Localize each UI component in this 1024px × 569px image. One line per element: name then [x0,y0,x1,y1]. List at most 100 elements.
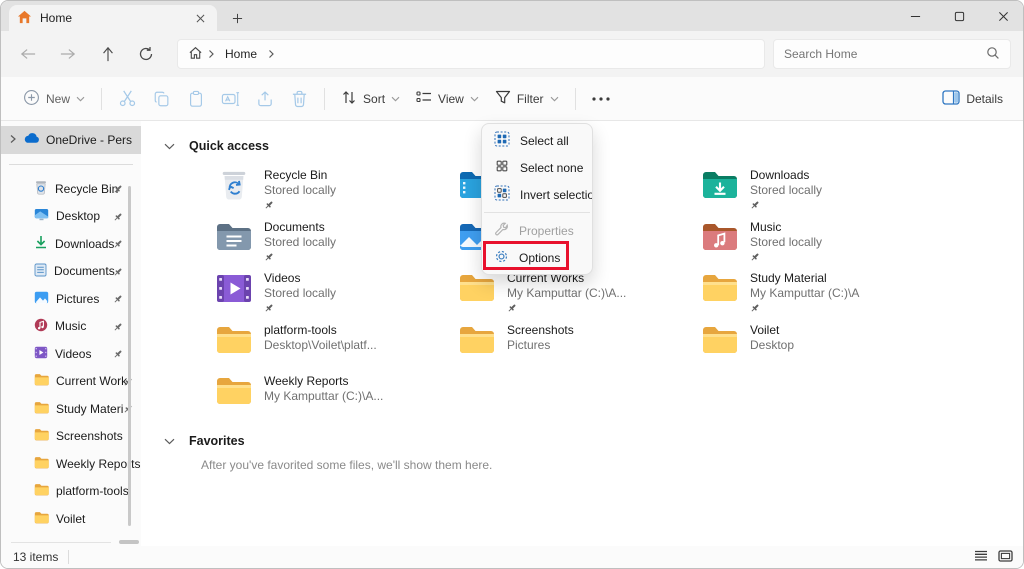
menu-item-select-all[interactable]: Select all [482,127,592,154]
sidebar-item-screenshots[interactable]: Screenshots [1,423,141,451]
sidebar-item-videos[interactable]: Videos [1,340,141,368]
details-label: Details [966,92,1003,106]
sidebar-item-current-work[interactable]: Current Work [1,368,141,396]
back-button[interactable] [11,40,45,68]
sort-button[interactable]: Sort [333,84,408,114]
search-icon[interactable] [986,46,1000,63]
details-button[interactable]: Details [934,84,1011,114]
tile-title: Documents [264,220,336,235]
sidebar-item-voilet[interactable]: Voilet [1,505,141,533]
sidebar-item-desktop[interactable]: Desktop [1,203,141,231]
navigation-bar: Home [1,31,1024,77]
sidebar-item-pictures[interactable]: Pictures [1,285,141,313]
view-label: View [438,92,464,106]
pin-icon [113,321,123,335]
favorites-header[interactable]: Favorites [164,433,1023,450]
copy-button[interactable] [145,84,179,114]
recycle-bin-icon [34,180,48,198]
sort-label: Sort [363,92,385,106]
divider [68,550,69,564]
filter-button[interactable]: Filter [487,84,567,114]
refresh-button[interactable] [129,40,163,68]
tile-subtitle: My Kamputtar (C:)\A... [507,286,626,301]
rename-button[interactable] [213,84,248,114]
pin-icon [113,211,123,225]
tab-home[interactable]: Home [9,5,217,31]
tab-close-icon[interactable] [191,9,209,27]
music-folder-icon [701,220,738,254]
command-bar: New Sort [1,77,1024,121]
sidebar-item-study-material[interactable]: Study Materi [1,395,141,423]
chevron-right-icon[interactable] [207,49,215,59]
forward-button[interactable] [51,40,85,68]
search-input[interactable] [784,47,986,61]
sidebar-hscroll-thumb[interactable] [119,540,139,544]
menu-item-select-none[interactable]: Select none [482,154,592,181]
close-button[interactable] [981,1,1024,31]
sidebar-item-downloads[interactable]: Downloads [1,230,141,258]
trash-icon [291,90,308,108]
view-button[interactable]: View [408,84,487,113]
chevron-expand-icon[interactable] [164,434,175,448]
sidebar-item-weekly-reports[interactable]: Weekly Reports [1,450,141,478]
folder-icon [701,323,738,357]
window-controls [893,1,1024,31]
cut-button[interactable] [110,83,145,114]
music-icon [34,318,48,335]
tile-music[interactable]: Music Stored locally [701,220,944,266]
home-outline-icon[interactable] [188,46,203,63]
tile-documents[interactable]: Documents Stored locally [215,220,458,266]
menu-item-invert-selection[interactable]: Invert selection [482,181,592,208]
folder-icon [34,373,49,389]
new-button[interactable]: New [15,83,93,115]
tile-study-material[interactable]: Study Material My Kamputtar (C:)\A [701,271,944,317]
sidebar-scrollbar[interactable] [128,186,131,526]
sidebar-item-recycle-bin[interactable]: Recycle Bin [1,175,141,203]
up-button[interactable] [91,40,125,68]
sidebar-item-music[interactable]: Music [1,313,141,341]
chevron-right-icon[interactable] [267,49,275,59]
minimize-button[interactable] [893,1,937,31]
share-button[interactable] [248,84,283,114]
tile-voilet[interactable]: Voilet Desktop [701,323,944,369]
tile-title: Recycle Bin [264,168,336,183]
menu-item-properties[interactable]: Properties [482,217,592,244]
divider [9,164,133,165]
home-icon [17,10,32,27]
sidebar-item-platform-tools[interactable]: platform-tools [1,478,141,506]
new-tab-button[interactable] [225,8,249,28]
breadcrumb-item-home[interactable]: Home [219,47,263,61]
tile-downloads[interactable]: Downloads Stored locally [701,168,944,214]
tile-screenshots[interactable]: Screenshots Pictures [458,323,701,369]
search-box[interactable] [773,39,1011,69]
chevron-right-icon[interactable] [9,133,17,147]
pin-icon [750,251,822,265]
see-more-button[interactable] [584,91,618,107]
documents-icon [34,263,47,280]
list-view-toggle-icon[interactable] [974,550,988,564]
large-icons-view-toggle-icon[interactable] [998,550,1013,565]
pin-icon [113,183,123,197]
sidebar-item-documents[interactable]: Documents [1,258,141,286]
pin-icon [750,302,859,316]
tile-title: Music [750,220,822,235]
maximize-button[interactable] [937,1,981,31]
tile-title: Downloads [750,168,822,183]
tile-recycle-bin[interactable]: Recycle Bin Stored locally [215,168,458,214]
delete-button[interactable] [283,84,316,114]
chevron-expand-icon[interactable] [164,139,175,153]
quick-access-header[interactable]: Quick access [164,137,1023,154]
paste-button[interactable] [179,84,213,114]
tab-title: Home [40,11,183,25]
tile-videos[interactable]: Videos Stored locally [215,271,458,317]
sidebar-item-onedrive[interactable]: OneDrive - Pers [1,126,141,154]
tile-subtitle: My Kamputtar (C:)\A... [264,389,383,404]
menu-item-options[interactable]: Options [482,244,592,271]
downloads-folder-icon [701,168,738,202]
tile-current-works[interactable]: Current Works My Kamputtar (C:)\A... [458,271,701,317]
new-label: New [46,92,70,106]
breadcrumb[interactable]: Home [177,39,765,69]
tile-platform-tools[interactable]: platform-tools Desktop\Voilet\platf... [215,323,458,369]
paste-icon [187,90,205,108]
tile-weekly-reports[interactable]: Weekly Reports My Kamputtar (C:)\A... [215,374,458,420]
